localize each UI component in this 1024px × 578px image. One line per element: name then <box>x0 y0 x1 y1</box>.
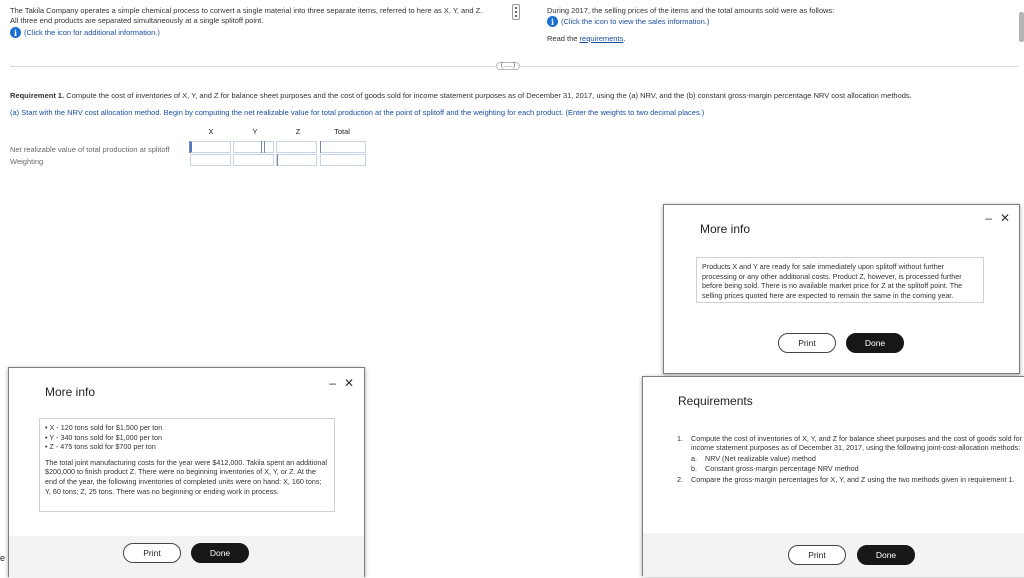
more-info-dialog-right: More info ‒ ✕ Products X and Y are ready… <box>663 204 1020 374</box>
input-nrv-z[interactable] <box>276 141 317 153</box>
info-link-right[interactable]: i (Click the icon to view the sales info… <box>547 16 1017 27</box>
requirement-label: Requirement 1. <box>10 91 65 100</box>
more-info-box: • X - 120 tons sold for $1,500 per ton •… <box>39 418 335 512</box>
sales-bullet: • Y - 340 tons sold for $1,000 per ton <box>45 432 162 442</box>
window-controls: ‒ ✕ <box>329 376 354 390</box>
input-nrv-y[interactable] <box>233 141 274 153</box>
requirement-item: a. NRV (Net realizable value) method <box>691 453 816 463</box>
panel-resize-handle[interactable] <box>512 4 520 20</box>
row-label-weighting: Weighting <box>10 157 44 166</box>
dialog-title: More info <box>45 385 96 399</box>
read-period: . <box>623 34 626 43</box>
input-weight-z[interactable] <box>276 154 317 166</box>
input-weight-x[interactable] <box>190 154 231 166</box>
requirements-list: 1. Compute the cost of inventories of X,… <box>677 434 1024 484</box>
window-controls: ‒ ✕ <box>985 211 1010 225</box>
requirement-part-a: (a) Start with the NRV cost allocation m… <box>10 108 705 117</box>
minimize-icon[interactable]: ‒ <box>329 376 336 390</box>
dialog-title: Requirements <box>678 394 753 408</box>
cell-cursor <box>189 141 190 153</box>
requirement-item: 2. Compare the gross-margin percentages … <box>677 474 1015 484</box>
col-header-total: Total <box>334 127 350 136</box>
input-nrv-x[interactable] <box>190 141 231 153</box>
cell-separator <box>277 154 278 166</box>
more-info-text: Products X and Y are ready for sale imme… <box>696 257 984 303</box>
dialog-title: More info <box>700 222 751 236</box>
problem-right: During 2017, the selling prices of the i… <box>547 6 1017 44</box>
read-requirements: Read the requirements. <box>547 34 1017 44</box>
info-icon[interactable]: i <box>10 27 21 38</box>
requirements-link[interactable]: requirements <box>580 34 624 43</box>
done-button[interactable]: Done <box>846 333 904 353</box>
more-info-dialog-left: More info ‒ ✕ • X - 120 tons sold for $1… <box>8 367 365 578</box>
sales-bullet: • Z - 475 tons sold for $700 per ton <box>45 442 156 452</box>
expand-ellipsis-button[interactable]: (.....) <box>496 62 520 70</box>
input-weight-total[interactable] <box>320 154 366 166</box>
problem-intro: The Takila Company operates a simple che… <box>10 6 510 38</box>
requirement-item: b. Constant gross-margin percentage NRV … <box>691 464 859 474</box>
info-link-right-text[interactable]: (Click the icon to view the sales inform… <box>561 17 709 27</box>
col-header-y: Y <box>252 127 258 136</box>
input-nrv-total[interactable] <box>320 141 366 153</box>
scrollbar[interactable] <box>1019 12 1024 42</box>
print-button[interactable]: Print <box>123 543 181 563</box>
col-header-x: X <box>208 127 214 136</box>
cell-separator <box>261 141 262 153</box>
done-button[interactable]: Done <box>191 543 249 563</box>
sales-bullet: • X - 120 tons sold for $1,500 per ton <box>45 423 163 432</box>
minimize-icon[interactable]: ‒ <box>985 211 992 225</box>
print-button[interactable]: Print <box>778 333 836 353</box>
close-icon[interactable]: ✕ <box>1000 211 1010 225</box>
col-header-z: Z <box>295 127 301 136</box>
intro-line-2: All three end products are separated sim… <box>10 16 264 25</box>
intro-line-1: The Takila Company operates a simple che… <box>10 6 483 15</box>
requirement-1: Requirement 1. Compute the cost of inven… <box>10 91 1010 101</box>
input-weight-y[interactable] <box>233 154 274 166</box>
read-the-text: Read the <box>547 34 578 43</box>
done-button[interactable]: Done <box>857 545 915 565</box>
cell-separator <box>264 141 265 153</box>
info-icon[interactable]: i <box>547 16 558 27</box>
requirements-dialog: Requirements 1. Compute the cost of inve… <box>642 376 1024 577</box>
print-button[interactable]: Print <box>788 545 846 565</box>
info-link-left[interactable]: i (Click the icon for additional informa… <box>10 27 510 38</box>
sales-intro: During 2017, the selling prices of the i… <box>547 6 835 15</box>
info-link-left-text[interactable]: (Click the icon for additional informati… <box>24 28 160 38</box>
requirement-text: Compute the cost of inventories of X, Y,… <box>66 91 912 100</box>
row-label-nrv: Net realizable value of total production… <box>10 145 170 154</box>
cost-info-text: The total joint manufacturing costs for … <box>45 457 327 496</box>
cell-separator <box>320 141 321 153</box>
requirement-item: 1. Compute the cost of inventories of X,… <box>677 434 1022 453</box>
close-icon[interactable]: ✕ <box>344 376 354 390</box>
edge-fragment: e <box>0 553 6 563</box>
